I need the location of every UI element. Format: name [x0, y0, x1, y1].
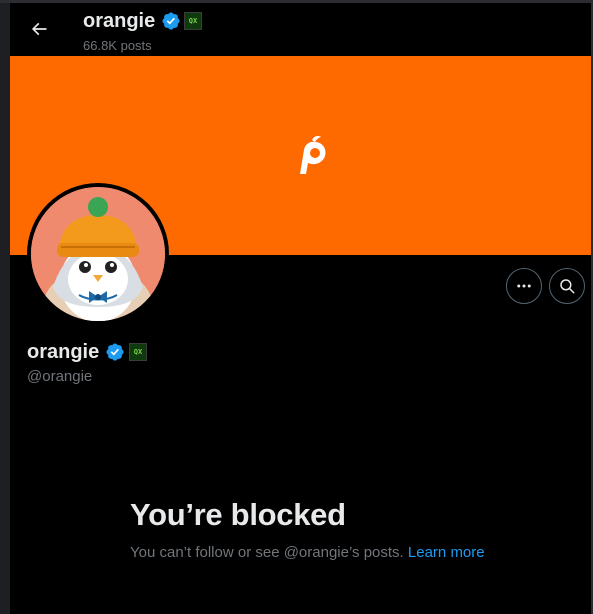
affiliate-badge-text: QX	[133, 348, 143, 356]
window-frame-left	[0, 0, 10, 614]
profile-handle: @orangie	[27, 368, 93, 385]
blocked-message-row: You can’t follow or see @orangie’s posts…	[130, 544, 485, 561]
blocked-message: You can’t follow or see @orangie’s posts…	[130, 544, 404, 561]
profile-badges: QX	[105, 342, 147, 362]
arrow-left-icon	[31, 22, 47, 36]
more-horizontal-icon	[517, 284, 531, 288]
avatar	[31, 187, 165, 321]
profile-display-name: orangie	[27, 341, 100, 363]
header-posts-count: 66.8K posts	[83, 38, 152, 53]
banner-logo-icon	[300, 136, 326, 174]
affiliate-badge-text: QX	[188, 17, 198, 25]
affiliate-badge[interactable]: QX	[184, 12, 202, 30]
verified-badge-icon[interactable]	[105, 342, 125, 362]
header-badges: QX	[161, 11, 202, 31]
blocked-title: You’re blocked	[130, 497, 346, 532]
affiliate-badge[interactable]: QX	[129, 343, 147, 361]
learn-more-link[interactable]: Learn more	[408, 544, 485, 561]
search-profile-button[interactable]	[549, 268, 585, 304]
penguin-avatar-icon	[31, 187, 165, 321]
more-options-button[interactable]	[506, 268, 542, 304]
verified-badge-icon	[162, 12, 180, 30]
search-icon	[560, 279, 575, 294]
profile-header-bar: orangie QX 66.8K posts	[10, 3, 591, 56]
back-button[interactable]	[24, 14, 54, 44]
avatar-frame[interactable]	[27, 183, 169, 325]
header-name: orangie	[83, 10, 156, 32]
